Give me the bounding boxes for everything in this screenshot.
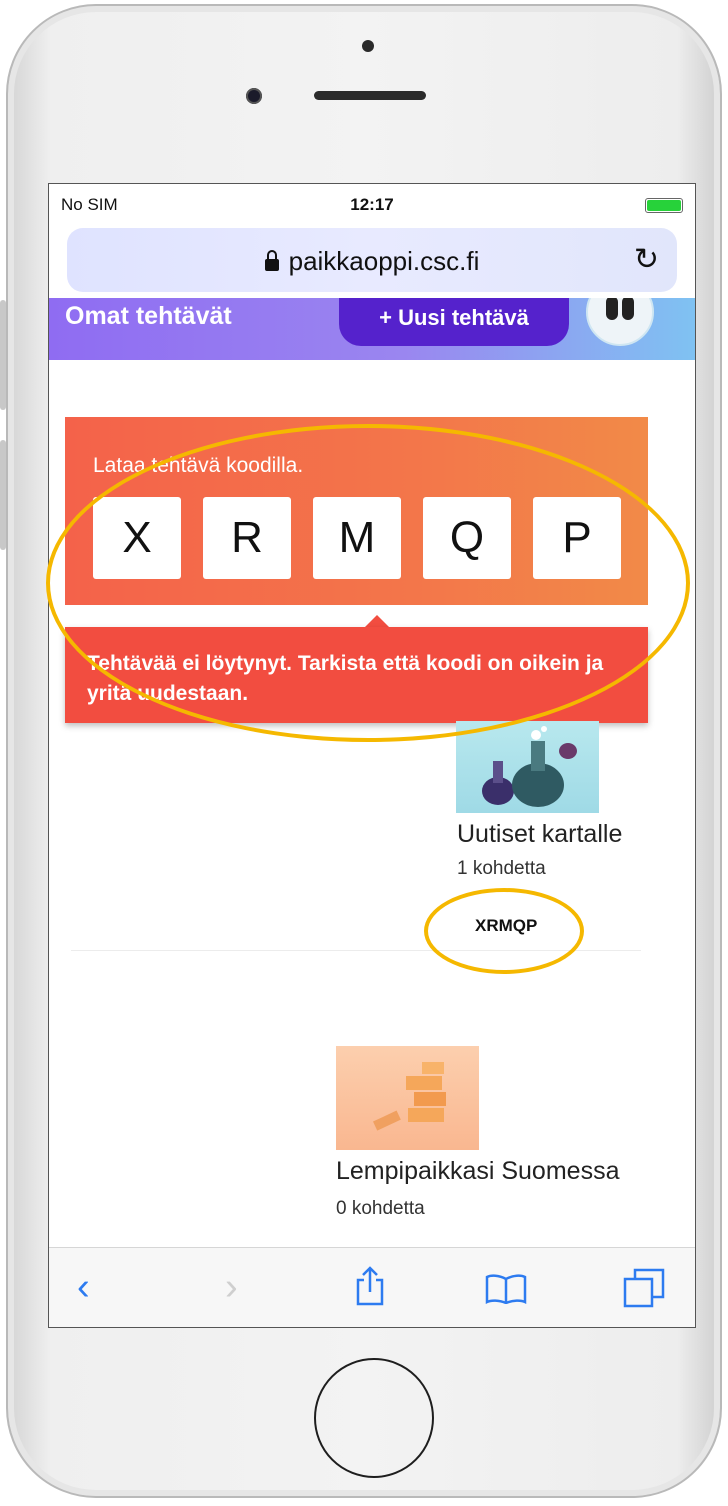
share-icon[interactable] <box>355 1266 385 1311</box>
earpiece-speaker <box>314 91 426 100</box>
avatar-eye <box>606 298 618 320</box>
tabs-icon[interactable] <box>623 1268 665 1313</box>
task-title[interactable]: Lempipaikkasi Suomessa <box>336 1157 619 1186</box>
task-count: 0 kohdetta <box>336 1198 425 1219</box>
task-title[interactable]: Uutiset kartalle <box>457 820 622 849</box>
battery-icon <box>645 198 683 213</box>
new-task-button[interactable]: + Uusi tehtävä <box>339 298 569 346</box>
app-header: Omat tehtävät + Uusi tehtävä <box>49 298 695 360</box>
lock-icon <box>264 250 279 271</box>
url-text: paikkaoppi.csc.fi <box>288 246 480 276</box>
front-camera <box>246 88 262 104</box>
bookmarks-icon[interactable] <box>485 1274 527 1309</box>
avatar[interactable] <box>586 298 654 346</box>
proximity-sensor <box>362 40 374 52</box>
phone-screen: No SIM 12:17 paikkaoppi.csc.fi ↻ Omat te… <box>48 183 696 1328</box>
page-title: Omat tehtävät <box>65 302 232 330</box>
annotation-ring <box>424 888 584 974</box>
back-icon[interactable]: ‹ <box>77 1266 90 1309</box>
annotation-ring <box>46 424 690 742</box>
task-thumbnail[interactable] <box>456 721 599 813</box>
clock: 12:17 <box>350 195 394 214</box>
forward-icon[interactable]: › <box>225 1266 238 1309</box>
avatar-eye <box>622 298 634 320</box>
url-display[interactable]: paikkaoppi.csc.fi <box>67 246 677 277</box>
status-bar: No SIM 12:17 <box>49 184 695 224</box>
task-count: 1 kohdetta <box>457 858 546 879</box>
browser-toolbar: ‹ › <box>49 1247 695 1327</box>
task-thumbnail[interactable] <box>336 1046 479 1150</box>
reload-icon[interactable]: ↻ <box>634 242 659 277</box>
home-button[interactable] <box>314 1358 434 1478</box>
address-bar[interactable]: paikkaoppi.csc.fi ↻ <box>67 228 677 292</box>
